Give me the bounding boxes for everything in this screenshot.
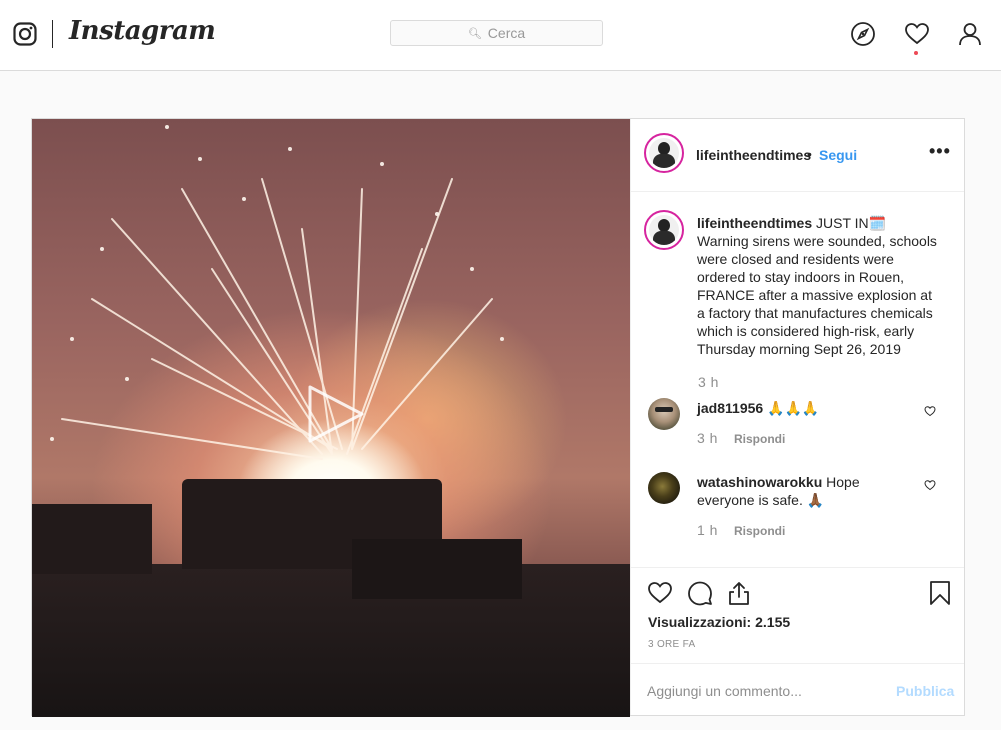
profile-icon[interactable] xyxy=(957,21,983,47)
building-silhouette xyxy=(352,539,522,599)
reply-button[interactable]: Rispondi xyxy=(734,524,785,538)
post-video[interactable] xyxy=(32,119,630,717)
instagram-wordmark[interactable]: Instagram xyxy=(69,16,216,46)
comment-input[interactable] xyxy=(647,681,877,701)
comment-like-icon[interactable] xyxy=(924,405,936,417)
comment-time[interactable]: 1 h xyxy=(697,522,718,538)
avatar-photo xyxy=(649,215,679,245)
comment-time[interactable]: 3 h xyxy=(697,430,718,446)
instagram-logo-icon[interactable] xyxy=(13,22,37,46)
search-placeholder: Cerca xyxy=(487,25,526,41)
building-silhouette xyxy=(32,504,152,574)
caption-body: JUST IN🗓️ Warning sirens were sounded, s… xyxy=(697,215,937,357)
add-comment-bar: Pubblica xyxy=(631,663,964,716)
author-avatar[interactable] xyxy=(644,133,684,173)
top-navbar: Instagram 🔍︎ Cerca xyxy=(0,0,1001,71)
comment-like-icon[interactable] xyxy=(924,479,936,491)
post-actions: Visualizzazioni: 2.155 3 ORE FA xyxy=(631,567,964,664)
play-button-icon[interactable] xyxy=(302,381,368,447)
reply-button[interactable]: Rispondi xyxy=(734,432,785,446)
caption-text: lifeintheendtimes JUST IN🗓️ Warning sire… xyxy=(697,214,941,358)
logo-divider xyxy=(52,20,53,48)
more-options-button[interactable]: ••• xyxy=(929,141,951,162)
search-box[interactable]: 🔍︎ Cerca xyxy=(390,20,603,46)
share-icon[interactable] xyxy=(726,580,752,606)
city-skyline xyxy=(32,564,630,717)
comment-username[interactable]: watashinowarokku xyxy=(697,474,822,490)
views-number: 2.155 xyxy=(755,614,791,630)
commenter-avatar[interactable] xyxy=(648,472,680,504)
comments-section: lifeintheendtimes JUST IN🗓️ Warning sire… xyxy=(631,192,964,567)
follow-separator: • xyxy=(807,146,812,162)
search-icon: 🔍︎ xyxy=(467,27,482,40)
avatar-body xyxy=(653,231,675,245)
explore-compass-icon[interactable] xyxy=(850,21,876,47)
commenter-avatar[interactable] xyxy=(648,398,680,430)
post-sidebar: lifeintheendtimes • Segui ••• lifeinthee… xyxy=(630,119,964,715)
notification-dot xyxy=(914,51,918,55)
comment-body: 🙏🙏🙏 xyxy=(763,400,820,416)
comment-text: jad811956 🙏🙏🙏 xyxy=(697,399,907,417)
caption-username[interactable]: lifeintheendtimes xyxy=(697,215,812,231)
post-header: lifeintheendtimes • Segui ••• xyxy=(631,119,964,192)
heart-icon[interactable] xyxy=(904,21,930,47)
publish-button[interactable]: Pubblica xyxy=(896,683,954,699)
views-label: Visualizzazioni: xyxy=(648,614,752,630)
post-date[interactable]: 3 ORE FA xyxy=(648,639,695,650)
comment-text: watashinowarokku Hope everyone is safe. … xyxy=(697,473,907,509)
caption-avatar[interactable] xyxy=(644,210,684,250)
avatar-body xyxy=(653,154,675,168)
follow-button[interactable]: Segui xyxy=(819,147,857,163)
like-heart-icon[interactable] xyxy=(647,580,673,606)
post-card: lifeintheendtimes • Segui ••• lifeinthee… xyxy=(31,118,965,717)
comment-username[interactable]: jad811956 xyxy=(697,400,763,416)
avatar-photo xyxy=(649,138,679,168)
author-username[interactable]: lifeintheendtimes xyxy=(696,147,811,163)
comment-bubble-icon[interactable] xyxy=(687,580,713,606)
caption-time[interactable]: 3 h xyxy=(698,374,719,390)
sunglasses xyxy=(655,407,673,412)
save-bookmark-icon[interactable] xyxy=(927,580,953,606)
views-count[interactable]: Visualizzazioni: 2.155 xyxy=(648,614,790,630)
